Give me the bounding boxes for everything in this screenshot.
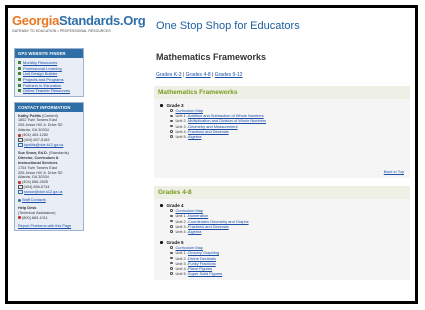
- site-title: One Stop Shop for Educators: [156, 20, 300, 32]
- back-to-top-link[interactable]: Back to Top: [160, 169, 404, 174]
- section-heading-grades-4-8: Grades 4-8: [154, 186, 410, 200]
- email-icon: [18, 143, 23, 147]
- email-icon: [18, 190, 23, 195]
- bullet-icon: [18, 66, 21, 70]
- bullet-icon: [18, 83, 21, 87]
- unit-link[interactable]: Super Solid Figures: [188, 271, 222, 276]
- section-panel-grade-3: Grade 3 Curriculum Map Unit 1 - Addition…: [154, 99, 410, 179]
- contact-email-link[interactable]: kpolitis@doe.k12.ga.us: [24, 143, 63, 147]
- section-panel-grades-4-8: Grade 4 Curriculum Map Unit 1 - Numerati…: [154, 199, 410, 281]
- header: GeorgiaStandards.Org GATEWAY TO EDUCATIO…: [8, 8, 415, 48]
- finder-item: Online Teacher Resources: [18, 88, 80, 94]
- list-item: Unit 5 - Super Solid Figures: [170, 271, 404, 276]
- circle-bullet-icon: [170, 214, 173, 218]
- finder-link-projects-programs[interactable]: Projects and Programs: [23, 77, 64, 82]
- bullet-icon: [160, 104, 163, 107]
- report-problems-link[interactable]: Report Problems with this Page: [18, 224, 80, 228]
- tab-grades-4-8[interactable]: Grades 4-8: [186, 72, 211, 78]
- circle-bullet-icon: [170, 230, 173, 233]
- circle-bullet-icon: [170, 225, 173, 228]
- tab-grades-9-12[interactable]: Grades 9-12: [215, 72, 243, 78]
- contact-info-heading: CONTACT INFORMATION: [15, 102, 83, 112]
- contact-fax: (404) 657-5183: [23, 138, 50, 143]
- contact-info-box: CONTACT INFORMATION Kathy Politis (Conte…: [14, 101, 84, 231]
- page-frame: GeorgiaStandards.Org GATEWAY TO EDUCATIO…: [5, 5, 418, 304]
- finder-link-teacher-resources[interactable]: Online Teacher Resources: [23, 88, 70, 93]
- bullet-icon: [18, 72, 21, 76]
- staff-contacts-link[interactable]: Staff Contacts: [22, 198, 46, 202]
- circle-bullet-icon: [170, 219, 173, 223]
- contact-role: (Content): [42, 113, 58, 118]
- help-desk: Help Desk (Technical Assistance) (800) 8…: [18, 206, 80, 221]
- unit-link[interactable]: Algebra: [188, 134, 201, 139]
- circle-bullet-icon: [170, 246, 173, 249]
- fax-icon: [18, 185, 23, 190]
- fax-icon: [18, 138, 23, 143]
- staff-contacts-row: Staff Contacts: [18, 198, 80, 203]
- circle-bullet-icon: [170, 109, 173, 112]
- circle-bullet-icon: [170, 251, 173, 255]
- grade-band-links: Grades K-3 | Grades 4-8 | Grades 9-12: [156, 72, 243, 78]
- finder-link-unit-design-builder[interactable]: Unit Design Builder: [23, 71, 57, 76]
- unit-link[interactable]: Algebra: [188, 229, 201, 234]
- circle-bullet-icon: [170, 272, 173, 275]
- sidebar: GPS WEBSITE FINDER Monthly Resources Pro…: [14, 48, 84, 236]
- help-desk-phone: (800) 869-1011: [22, 215, 48, 220]
- circle-bullet-icon: [170, 124, 173, 128]
- bullet-icon: [160, 241, 163, 244]
- contact-fax: (404) 656-5744: [23, 185, 50, 190]
- circle-bullet-icon: [170, 119, 173, 123]
- tab-grades-k-3[interactable]: Grades K-3: [156, 72, 182, 78]
- page-title: Mathematics Frameworks: [156, 52, 267, 62]
- circle-bullet-icon: [170, 209, 173, 212]
- bullet-icon: [18, 78, 21, 82]
- finder-link-partners[interactable]: Partners in Education: [23, 83, 61, 88]
- contact-phone: (404) 656-2605: [22, 180, 48, 185]
- website-finder-links: Monthly Resources Professional Learning …: [15, 58, 83, 96]
- circle-bullet-icon: [170, 267, 173, 270]
- bullet-icon: [160, 204, 163, 207]
- website-finder-heading: GPS WEBSITE FINDER: [15, 49, 83, 58]
- main-content: Mathematics Frameworks Grades K-3 | Grad…: [154, 48, 410, 281]
- website-finder-box: GPS WEBSITE FINDER Monthly Resources Pro…: [14, 48, 84, 97]
- logo-wordmark: GeorgiaStandards.Org: [12, 13, 146, 28]
- circle-bullet-icon: [170, 256, 173, 260]
- contact-role: (Standards): [48, 150, 69, 155]
- circle-bullet-icon: [170, 135, 173, 138]
- finder-link-monthly-resources[interactable]: Monthly Resources: [23, 60, 57, 65]
- contact-info-body: Kathy Politis (Content) 1852 Twin Towers…: [15, 112, 83, 230]
- contact-person-2: Sue Snow, Ed.D. (Standards) Director, Cu…: [18, 151, 80, 195]
- phone-icon: [18, 216, 21, 220]
- people-icon: [18, 198, 21, 202]
- circle-bullet-icon: [170, 261, 173, 265]
- contact-email-link[interactable]: ssnow@doe.k12.ga.us: [24, 190, 62, 194]
- site-logo[interactable]: GeorgiaStandards.Org GATEWAY TO EDUCATIO…: [12, 13, 150, 43]
- bullet-icon: [18, 89, 21, 93]
- contact-person-1: Kathy Politis (Content) 1852 Twin Towers…: [18, 114, 80, 148]
- circle-bullet-icon: [170, 114, 173, 118]
- contact-name: Sue Snow, Ed.D.: [18, 150, 48, 155]
- contact-name: Kathy Politis: [18, 113, 41, 118]
- contact-phone: (404) 463-1280: [22, 133, 48, 138]
- phone-icon: [18, 180, 21, 184]
- logo-tagline: GATEWAY TO EDUCATION • PROFESSIONAL RESO…: [12, 29, 111, 33]
- bullet-icon: [18, 61, 21, 65]
- phone-icon: [18, 133, 21, 137]
- finder-link-professional-learning[interactable]: Professional Learning: [23, 66, 62, 71]
- circle-bullet-icon: [170, 130, 173, 133]
- section-heading-frameworks: Mathematics Frameworks: [154, 86, 410, 99]
